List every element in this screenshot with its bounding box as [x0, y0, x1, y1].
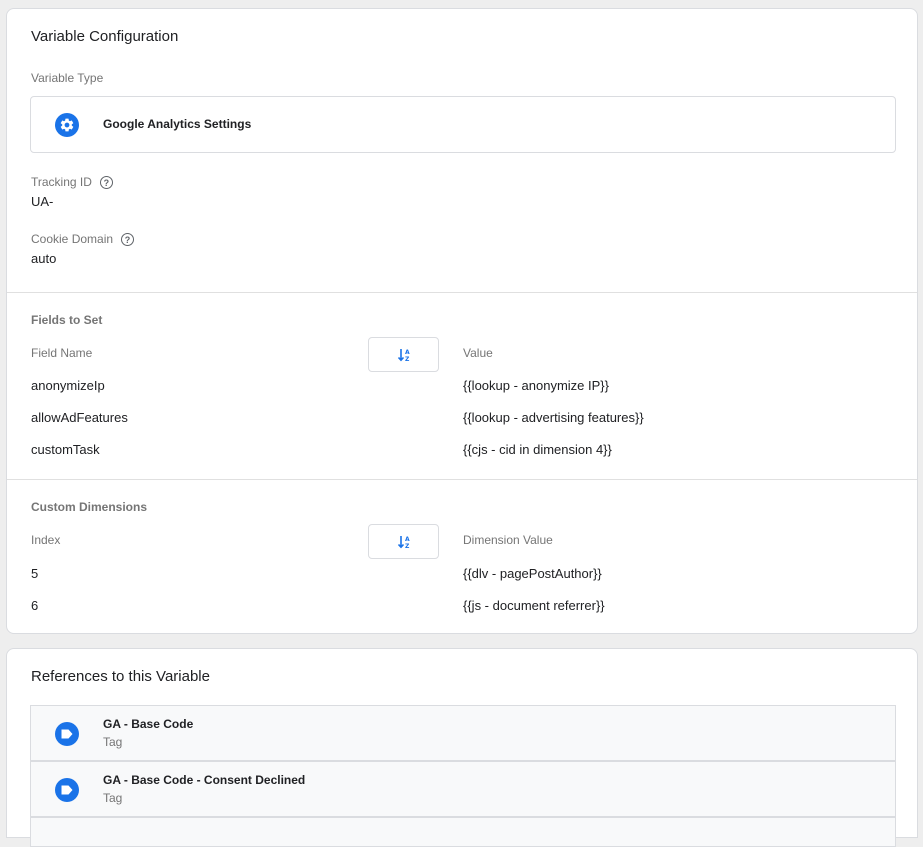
- variable-configuration-card: Variable Configuration Variable Type Goo…: [6, 8, 918, 634]
- field-value-cell: {{cjs - cid in dimension 4}}: [463, 442, 612, 457]
- reference-type: Tag: [103, 791, 123, 805]
- dimension-index-cell: 5: [31, 566, 39, 581]
- reference-item[interactable]: GA - Base Code Tag: [30, 705, 896, 761]
- tag-icon: [55, 778, 79, 802]
- reference-type: Tag: [103, 735, 123, 749]
- index-header: Index: [31, 533, 61, 547]
- tracking-id-value: UA-: [31, 194, 54, 209]
- reference-name[interactable]: GA - Base Code: [103, 717, 193, 731]
- help-circle-icon[interactable]: ?: [99, 176, 113, 190]
- field-name-cell: customTask: [31, 442, 100, 457]
- fields-sort-button[interactable]: A Z: [368, 337, 439, 372]
- field-value-cell: {{lookup - anonymize IP}}: [463, 378, 609, 393]
- card-title: Variable Configuration: [31, 28, 179, 45]
- field-value-header: Value: [463, 346, 493, 360]
- cookie-domain-label: Cookie Domain: [31, 232, 114, 246]
- custom-dimensions-title: Custom Dimensions: [31, 500, 148, 514]
- sort-icon: A Z: [397, 535, 410, 549]
- field-name-cell: anonymizeIp: [31, 378, 105, 393]
- field-value-cell: {{lookup - advertising features}}: [463, 410, 644, 425]
- svg-text:A: A: [405, 349, 410, 356]
- dimension-value-cell: {{js - document referrer}}: [463, 598, 605, 613]
- field-name-cell: allowAdFeatures: [31, 410, 128, 425]
- help-circle-icon[interactable]: ?: [121, 233, 135, 247]
- card-title: References to this Variable: [31, 668, 210, 685]
- sort-icon: A Z: [397, 348, 410, 362]
- svg-text:Z: Z: [405, 543, 410, 549]
- cookie-domain-row: Cookie Domain?: [31, 232, 135, 247]
- tracking-id-row: Tracking ID?: [31, 175, 113, 190]
- dimension-value-cell: {{dlv - pagePostAuthor}}: [463, 566, 602, 581]
- divider: [7, 292, 917, 293]
- gear-icon: [55, 113, 79, 137]
- fields-to-set-title: Fields to Set: [31, 313, 103, 327]
- svg-text:Z: Z: [405, 356, 410, 362]
- cookie-domain-value: auto: [31, 251, 57, 266]
- svg-text:A: A: [405, 536, 410, 543]
- variable-type-label: Variable Type: [31, 71, 104, 85]
- dimensions-sort-button[interactable]: A Z: [368, 524, 439, 559]
- references-card: References to this Variable GA - Base Co…: [6, 648, 918, 847]
- reference-name[interactable]: GA - Base Code - Consent Declined: [103, 773, 305, 787]
- field-name-header: Field Name: [31, 346, 93, 360]
- divider: [7, 479, 917, 480]
- dimension-value-header: Dimension Value: [463, 533, 553, 547]
- tag-icon: [55, 722, 79, 746]
- reference-item[interactable]: GA - Base Code - Consent Declined Tag: [30, 761, 896, 817]
- tracking-id-label: Tracking ID: [31, 175, 92, 189]
- variable-type-box[interactable]: Google Analytics Settings: [30, 96, 896, 153]
- dimension-index-cell: 6: [31, 598, 39, 613]
- variable-type-value: Google Analytics Settings: [103, 117, 252, 131]
